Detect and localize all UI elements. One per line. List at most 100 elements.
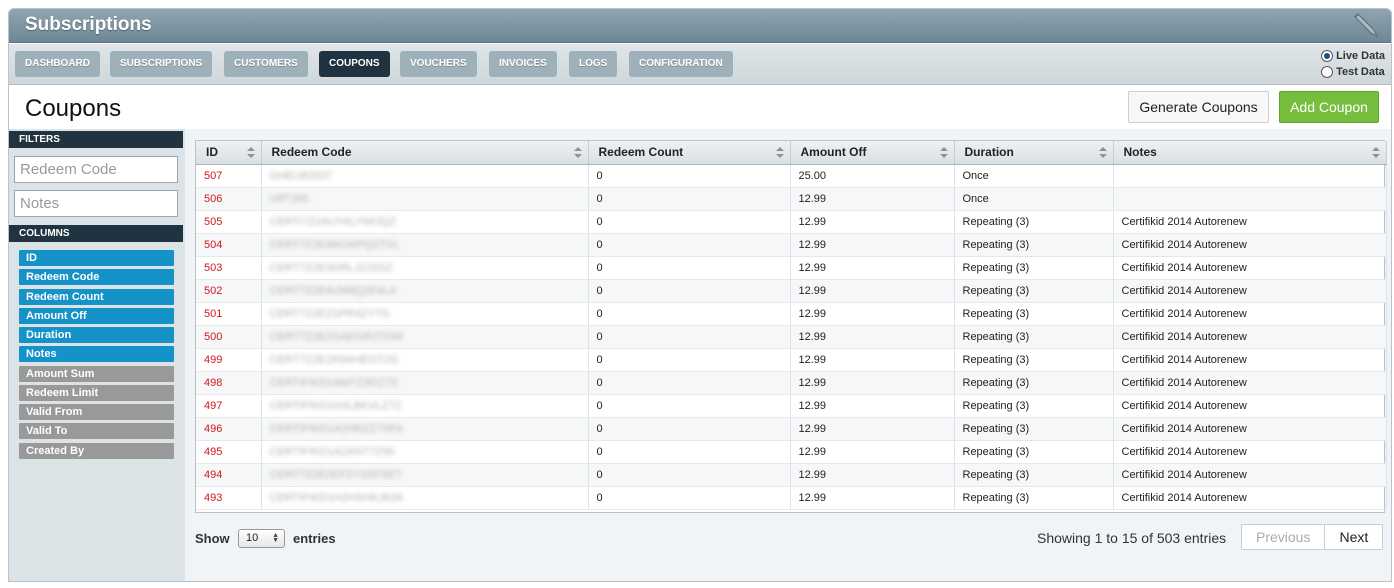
cell-redeem-code: CERT7Z2E4UM8Q2E4LA xyxy=(261,279,589,303)
tab-vouchers[interactable]: VOUCHERS xyxy=(400,51,477,77)
cell-redeem-count: 0 xyxy=(588,486,791,510)
table-row[interactable]: 506 U8T295 0 12.99 Once xyxy=(196,187,1387,211)
table-row[interactable]: 501 CERT7Z2EZSPR4ZYTS 0 12.99 Repeating (3) C… xyxy=(196,302,1387,326)
cell-id[interactable]: 502 xyxy=(196,279,262,303)
tab-invoices[interactable]: INVOICES xyxy=(489,51,557,77)
generate-coupons-button[interactable]: Generate Coupons xyxy=(1128,91,1269,123)
cell-id[interactable]: 505 xyxy=(196,210,262,234)
entries-label: entries xyxy=(293,531,336,546)
cell-duration: Repeating (3) xyxy=(954,325,1114,349)
header-redeem-count[interactable]: Redeem Count xyxy=(588,141,791,165)
tab-coupons[interactable]: COUPONS xyxy=(319,51,390,77)
select-arrows-icon: ▲ ▼ xyxy=(272,532,279,544)
live-data-option[interactable]: Live Data xyxy=(1321,48,1385,64)
cell-duration: Repeating (3) xyxy=(954,440,1114,464)
cell-duration: Repeating (3) xyxy=(954,279,1114,303)
cell-id[interactable]: 500 xyxy=(196,325,262,349)
table-row[interactable]: 502 CERT7Z2E4UM8Q2E4LA 0 12.99 Repeating (3)… xyxy=(196,279,1387,303)
cell-id[interactable]: 496 xyxy=(196,417,262,441)
cell-duration: Repeating (3) xyxy=(954,394,1114,418)
cell-amount-off: 12.99 xyxy=(790,348,955,372)
table-row[interactable]: 504 CERT7Z2E4M1WPQ2TVL 0 12.99 Repeating (3)… xyxy=(196,233,1387,257)
sort-icon xyxy=(246,147,255,158)
cell-id[interactable]: 507 xyxy=(196,164,262,188)
test-data-option[interactable]: Test Data xyxy=(1321,64,1385,80)
table-row[interactable]: 497 CERTIFIKD1H3LBKVLZ7Z 0 12.99 Repeating (… xyxy=(196,394,1387,418)
cell-duration: Repeating (3) xyxy=(954,417,1114,441)
live-data-radio[interactable] xyxy=(1321,50,1334,62)
tab-customers[interactable]: CUSTOMERS xyxy=(224,51,308,77)
test-data-radio[interactable] xyxy=(1321,66,1334,78)
cell-id[interactable]: 498 xyxy=(196,371,262,395)
live-data-label: Live Data xyxy=(1336,50,1385,62)
header-amount-off[interactable]: Amount Off xyxy=(790,141,955,165)
cell-redeem-count: 0 xyxy=(588,302,791,326)
cell-id[interactable]: 499 xyxy=(196,348,262,372)
header-duration[interactable]: Duration xyxy=(954,141,1114,165)
cell-id[interactable]: 506 xyxy=(196,187,262,211)
column-toggle-amount-off[interactable]: Amount Off xyxy=(19,308,174,324)
column-toggle-redeem-limit[interactable]: Redeem Limit xyxy=(19,385,174,401)
cell-duration: Repeating (3) xyxy=(954,256,1114,280)
cell-amount-off: 12.99 xyxy=(790,486,955,510)
table-row[interactable]: 503 CERT7Z2E3GRLJ2J2GZ 0 12.99 Repeating (3)… xyxy=(196,256,1387,280)
column-toggle-created-by[interactable]: Created By xyxy=(19,443,174,459)
cell-id[interactable]: 503 xyxy=(196,256,262,280)
redeem-code-filter-input[interactable] xyxy=(14,156,178,183)
cell-id[interactable]: 494 xyxy=(196,463,262,487)
table-row[interactable]: 493 CERTIFIKD1H2HSHKJ83A 0 12.99 Repeating (… xyxy=(196,486,1387,510)
header-redeem-code[interactable]: Redeem Code xyxy=(261,141,589,165)
column-toggle-notes[interactable]: Notes xyxy=(19,346,174,362)
cell-amount-off: 12.99 xyxy=(790,210,955,234)
cell-notes: Certifikid 2014 Autorenew xyxy=(1113,325,1387,349)
header-amount-off-label: Amount Off xyxy=(800,145,867,160)
cell-id[interactable]: 495 xyxy=(196,440,262,464)
header-id-label: ID xyxy=(206,145,218,160)
cell-redeem-count: 0 xyxy=(588,394,791,418)
table-row[interactable]: 498 CERTIFIKD1AMTZ3DZ7S 0 12.99 Repeating (3… xyxy=(196,371,1387,395)
table-row[interactable]: 495 CERTIFIKD1A2ANT7Z5K 0 12.99 Repeating (3… xyxy=(196,440,1387,464)
cell-amount-off: 12.99 xyxy=(790,417,955,441)
header-id[interactable]: ID xyxy=(196,141,262,165)
cell-redeem-code: GHEU82937 xyxy=(261,164,589,188)
column-toggle-redeem-count[interactable]: Redeem Count xyxy=(19,289,174,305)
cell-notes: Certifikid 2014 Autorenew xyxy=(1113,210,1387,234)
cell-id[interactable]: 504 xyxy=(196,233,262,257)
column-toggle-redeem-code[interactable]: Redeem Code xyxy=(19,269,174,285)
cell-redeem-code: CERTIFIKD1H2HSHKJ83A xyxy=(261,486,589,510)
cell-redeem-count: 0 xyxy=(588,187,791,211)
main-nav: DASHBOARD SUBSCRIPTIONS CUSTOMERS COUPON… xyxy=(9,44,1391,85)
cell-duration: Once xyxy=(954,187,1114,211)
table-row[interactable]: 496 CERTIFIKD1A2HRZZ7SFA 0 12.99 Repeating (… xyxy=(196,417,1387,441)
next-button[interactable]: Next xyxy=(1325,525,1382,549)
tab-dashboard[interactable]: DASHBOARD xyxy=(15,51,100,77)
table-row[interactable]: 499 CERT7Z2E1R9AHEGT2G 0 12.99 Repeating (3)… xyxy=(196,348,1387,372)
cell-duration: Repeating (3) xyxy=(954,210,1114,234)
table-row[interactable]: 500 CERT7Z2E2GAEGR2TOW 0 12.99 Repeating (3)… xyxy=(196,325,1387,349)
page-size-select[interactable]: 10 ▲ ▼ xyxy=(238,529,285,548)
column-toggle-id[interactable]: ID xyxy=(19,250,174,266)
cell-amount-off: 12.99 xyxy=(790,256,955,280)
cell-id[interactable]: 501 xyxy=(196,302,262,326)
column-toggle-valid-to[interactable]: Valid To xyxy=(19,423,174,439)
column-toggle-valid-from[interactable]: Valid From xyxy=(19,404,174,420)
table-row[interactable]: 507 GHEU82937 0 25.00 Once xyxy=(196,164,1387,188)
add-coupon-button[interactable]: Add Coupon xyxy=(1279,91,1379,123)
header-notes[interactable]: Notes xyxy=(1113,141,1387,165)
previous-button[interactable]: Previous xyxy=(1242,525,1326,549)
cell-redeem-count: 0 xyxy=(588,233,791,257)
sidebar: FILTERS COLUMNS ID Redeem Code Redeem Co… xyxy=(9,129,185,581)
table-row[interactable]: 505 CERTI7Z2AUYALYMOQZ 0 12.99 Repeating (3)… xyxy=(196,210,1387,234)
tab-configuration[interactable]: CONFIGURATION xyxy=(629,51,733,77)
tab-logs[interactable]: LOGS xyxy=(569,51,618,77)
notes-filter-input[interactable] xyxy=(14,190,178,217)
header-notes-label: Notes xyxy=(1123,145,1157,160)
cell-id[interactable]: 497 xyxy=(196,394,262,418)
table-row[interactable]: 494 CERT7Z2E2EPZY2SFSET 0 12.99 Repeating (3… xyxy=(196,463,1387,487)
tab-subscriptions[interactable]: SUBSCRIPTIONS xyxy=(110,51,213,77)
column-toggle-amount-sum[interactable]: Amount Sum xyxy=(19,366,174,382)
cell-amount-off: 12.99 xyxy=(790,187,955,211)
column-toggle-duration[interactable]: Duration xyxy=(19,327,174,343)
cell-id[interactable]: 493 xyxy=(196,486,262,510)
cell-redeem-count: 0 xyxy=(588,463,791,487)
